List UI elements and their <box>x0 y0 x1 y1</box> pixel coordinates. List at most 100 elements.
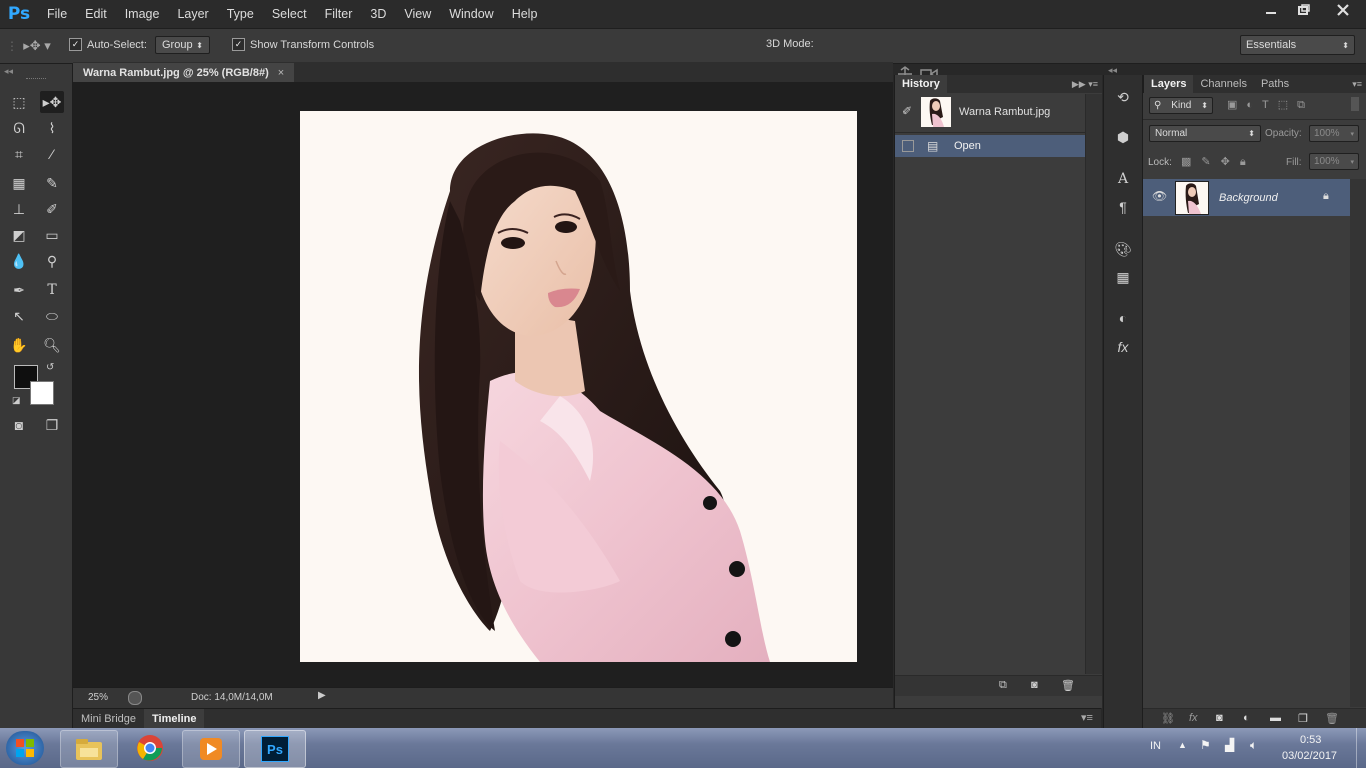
new-layer-icon[interactable]: ❐ <box>1298 712 1308 725</box>
taskbar-photoshop-button[interactable]: Ps <box>244 730 306 768</box>
lasso-tool-icon[interactable]: ᘏ <box>7 117 31 139</box>
screen-mode-icon[interactable]: ❐ <box>40 414 64 436</box>
show-transform-option[interactable]: ✓ Show Transform Controls <box>232 38 374 51</box>
status-info-icon[interactable] <box>128 691 142 705</box>
volume-icon[interactable]: 🔈︎ <box>1250 738 1257 753</box>
close-tab-icon[interactable]: × <box>278 67 284 79</box>
show-transform-checkbox[interactable]: ✓ <box>232 38 245 51</box>
language-indicator[interactable]: IN <box>1150 740 1161 752</box>
tab-mini-bridge[interactable]: Mini Bridge <box>73 709 144 729</box>
workspace-dropdown[interactable]: Essentials ⬍ <box>1240 35 1355 55</box>
show-hidden-icons-arrow[interactable]: ▲ <box>1178 740 1187 750</box>
hand-tool-icon[interactable]: ✋ <box>7 334 31 356</box>
history-expand-icon[interactable]: ▶▶ ▾≡ <box>1072 79 1098 90</box>
history-state-source-box[interactable] <box>902 140 914 152</box>
history-brush-tool-icon[interactable]: ✐ <box>40 198 64 220</box>
link-layers-icon[interactable]: ⛓︎ <box>1161 712 1175 725</box>
move-tool-preset-icon[interactable]: ▸✥ ▾ <box>22 39 52 53</box>
history-brush-source-icon[interactable]: ✐ <box>902 104 912 118</box>
character-panel-icon[interactable]: A <box>1113 169 1133 189</box>
swatches-panel-icon[interactable]: ▦ <box>1113 267 1133 287</box>
document-tab[interactable]: Warna Rambut.jpg @ 25% (RGB/8#) × <box>73 63 295 82</box>
clone-stamp-tool-icon[interactable]: ⊥ <box>7 198 31 220</box>
background-color-swatch[interactable] <box>30 381 54 405</box>
layer-filter-icons[interactable]: ▣◐T⬚⧉ <box>1227 98 1314 112</box>
add-mask-icon[interactable]: ◙ <box>1216 712 1223 724</box>
menu-filter[interactable]: Filter <box>316 0 362 28</box>
menu-file[interactable]: File <box>38 0 76 28</box>
crop-tool-icon[interactable]: ⌗ <box>7 143 31 165</box>
layer-name[interactable]: Background <box>1219 192 1278 204</box>
close-button[interactable] <box>1320 0 1366 20</box>
layers-scrollbar[interactable] <box>1350 179 1366 707</box>
move-tool-icon[interactable]: ▸✥ <box>40 91 64 113</box>
taskbar-explorer-button[interactable] <box>60 730 118 768</box>
swap-colors-icon[interactable]: ↺ <box>46 362 54 373</box>
clock-date[interactable]: 03/02/2017 <box>1282 750 1337 762</box>
tab-channels[interactable]: Channels <box>1193 75 1253 93</box>
styles-panel-icon[interactable]: fx <box>1113 337 1133 357</box>
default-colors-icon[interactable]: ◪ <box>12 395 21 406</box>
history-panel-icon[interactable]: ⟲ <box>1113 87 1133 107</box>
adjustments-panel-icon[interactable]: ◐ <box>1113 308 1133 328</box>
timeline-menu-icon[interactable]: ▾≡ <box>1081 711 1093 724</box>
ellipse-tool-icon[interactable]: ⬭ <box>40 305 64 327</box>
taskbar-chrome-button[interactable] <box>122 730 178 766</box>
type-tool-icon[interactable]: T <box>40 279 64 301</box>
auto-select-option[interactable]: ✓ Auto-Select: <box>69 38 147 51</box>
quick-mask-icon[interactable]: ◙ <box>7 414 31 436</box>
adjustment-layer-icon[interactable]: ◐ <box>1243 712 1250 724</box>
tab-paths[interactable]: Paths <box>1254 75 1296 93</box>
start-button[interactable] <box>6 731 44 765</box>
menu-view[interactable]: View <box>395 0 440 28</box>
spot-healing-tool-icon[interactable]: ▦ <box>7 172 31 194</box>
fill-input[interactable]: 100% ▾ <box>1309 153 1359 170</box>
path-selection-tool-icon[interactable]: ↖ <box>7 305 31 327</box>
blend-mode-dropdown[interactable]: Normal ⬍ <box>1149 125 1261 142</box>
network-icon[interactable]: ▟ <box>1225 738 1234 752</box>
menu-image[interactable]: Image <box>116 0 169 28</box>
opacity-input[interactable]: 100% ▾ <box>1309 125 1359 142</box>
zoom-tool-icon[interactable]: 🔍︎ <box>40 334 64 356</box>
new-group-folder-icon[interactable]: ▬ <box>1270 712 1281 724</box>
delete-layer-trash-icon[interactable]: 🗑︎ <box>1325 712 1339 725</box>
gradient-tool-icon[interactable]: ▭ <box>40 224 64 246</box>
delete-state-trash-icon[interactable]: 🗑︎ <box>1061 679 1075 692</box>
layer-row-background[interactable]: 👁︎ Background 🔒︎ <box>1143 179 1350 216</box>
lock-option-icons[interactable]: ▩✎✥🔒︎ <box>1181 155 1256 169</box>
canvas-image[interactable] <box>300 111 857 662</box>
tab-timeline[interactable]: Timeline <box>144 709 205 729</box>
menu-window[interactable]: Window <box>440 0 502 28</box>
layer-style-fx-icon[interactable]: fx <box>1189 712 1198 724</box>
action-center-flag-icon[interactable]: ⚑ <box>1200 738 1211 752</box>
menu-layer[interactable]: Layer <box>168 0 217 28</box>
taskbar-media-player-button[interactable] <box>182 730 240 768</box>
auto-select-dropdown[interactable]: Group ⬍ <box>155 36 210 54</box>
paragraph-panel-icon[interactable]: ¶ <box>1113 197 1133 217</box>
new-document-from-state-icon[interactable]: ⧉ <box>999 679 1007 692</box>
menu-edit[interactable]: Edit <box>76 0 116 28</box>
kind-filter-dropdown[interactable]: ⚲ Kind ⬍ <box>1149 97 1213 114</box>
show-desktop-button[interactable] <box>1356 728 1366 768</box>
eraser-tool-icon[interactable]: ◩ <box>7 224 31 246</box>
brush-tool-icon[interactable]: ✎ <box>40 172 64 194</box>
history-snapshot-row[interactable]: ✐ Warna Rambut.jpg <box>895 94 1085 133</box>
dock-expand-icon[interactable]: ◂◂ <box>1108 65 1117 76</box>
quick-selection-tool-icon[interactable]: ⌇ <box>40 117 64 139</box>
menu-3d[interactable]: 3D <box>361 0 395 28</box>
clock-time[interactable]: 0:53 <box>1300 734 1321 746</box>
color-panel-icon[interactable]: 🎨︎ <box>1113 239 1133 259</box>
minimize-button[interactable] <box>1254 0 1287 20</box>
history-state-open[interactable]: ▤ Open <box>895 135 1085 157</box>
tools-collapse-icon[interactable]: ◂◂ <box>4 66 13 77</box>
new-snapshot-camera-icon[interactable]: ◙ <box>1031 679 1038 691</box>
pen-tool-icon[interactable]: ✒ <box>7 279 31 301</box>
menu-type[interactable]: Type <box>218 0 263 28</box>
dodge-tool-icon[interactable]: ⚲ <box>40 250 64 272</box>
auto-select-checkbox[interactable]: ✓ <box>69 38 82 51</box>
rectangular-marquee-tool-icon[interactable]: ⬚ <box>7 91 31 113</box>
tab-layers[interactable]: Layers <box>1144 75 1194 93</box>
blur-tool-icon[interactable]: 💧 <box>7 250 31 272</box>
restore-button[interactable] <box>1287 0 1320 20</box>
filter-toggle-switch[interactable] <box>1351 97 1359 111</box>
